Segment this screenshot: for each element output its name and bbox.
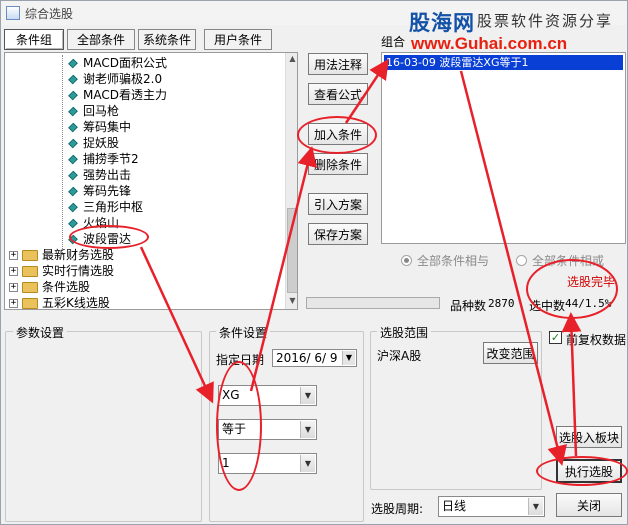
annotation-arrows bbox=[139, 58, 582, 466]
annotation-arrow bbox=[561, 312, 582, 457]
stock-screener-window: 综合选股 股海网 股票软件资源分享 www.Guhai.com.cn 条件组 全… bbox=[0, 0, 628, 525]
annotation-arrow bbox=[459, 70, 567, 466]
annotation-arrow bbox=[249, 146, 318, 392]
annotation-arrow bbox=[344, 58, 389, 124]
annotation-arrow bbox=[139, 246, 214, 404]
